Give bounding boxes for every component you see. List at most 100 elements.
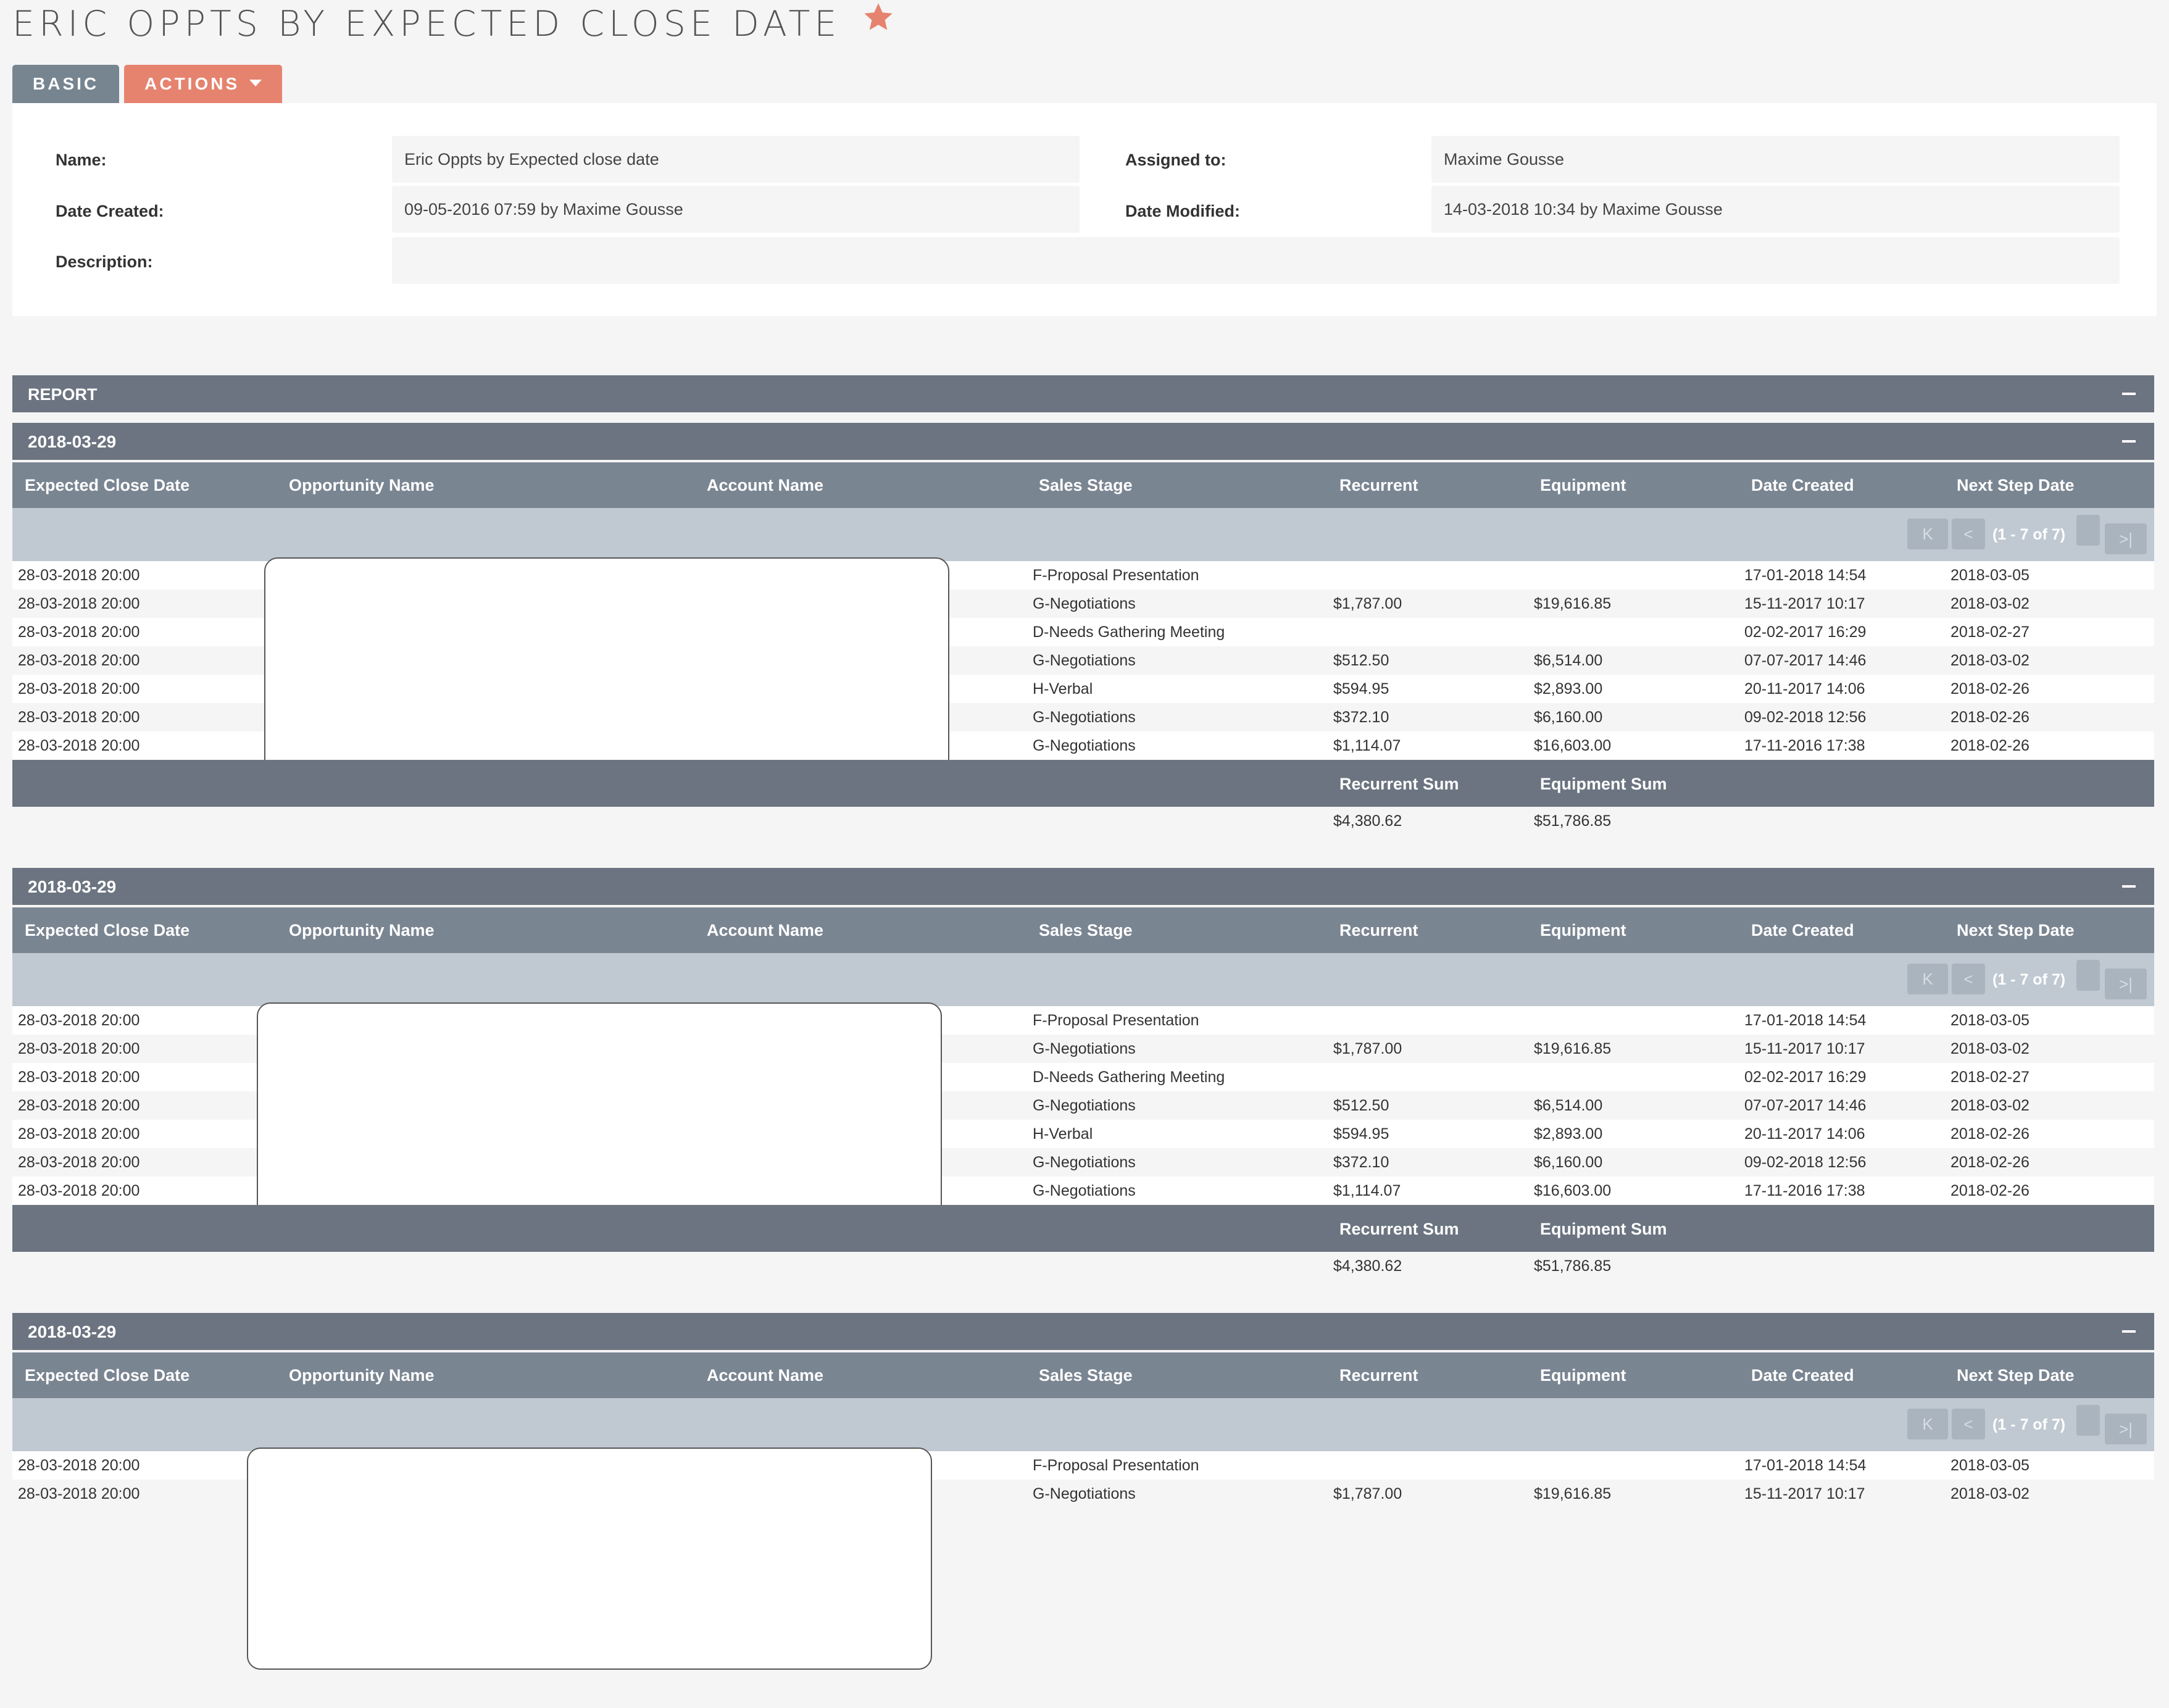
cell-next: 2018-03-05 — [1950, 1457, 2030, 1474]
column-header[interactable]: Recurrent — [1339, 921, 1418, 940]
cell-close: 28-03-2018 20:00 — [18, 567, 140, 584]
first-page-button[interactable]: K — [1907, 519, 1948, 549]
cell-created: 17-01-2018 14:54 — [1744, 567, 1867, 584]
column-header[interactable]: Equipment — [1540, 1366, 1626, 1385]
group-title: 2018-03-29 — [28, 1322, 117, 1341]
cell-equipment: $19,616.85 — [1534, 595, 1612, 612]
next-page-button[interactable] — [2076, 515, 2100, 546]
group-title-bar[interactable]: 2018-03-29 — [12, 868, 2154, 905]
collapse-minus-icon[interactable] — [2122, 440, 2136, 443]
table-header: Expected Close Date Opportunity Name Accou… — [12, 1352, 2154, 1398]
column-header[interactable]: Equipment — [1540, 921, 1626, 940]
column-header[interactable]: Opportunity Name — [289, 921, 435, 940]
first-page-button[interactable]: K — [1907, 1409, 1948, 1439]
cell-close: 28-03-2018 20:00 — [18, 1485, 140, 1502]
collapse-minus-icon[interactable] — [2122, 885, 2136, 888]
column-header[interactable]: Account Name — [707, 476, 823, 495]
favorite-star-icon[interactable] — [862, 1, 894, 42]
report-header[interactable]: REPORT — [12, 375, 2154, 412]
previous-page-icon: < — [1963, 970, 1973, 988]
next-page-button[interactable] — [2076, 960, 2100, 991]
column-header[interactable]: Date Created — [1751, 1366, 1854, 1385]
column-header[interactable]: Opportunity Name — [289, 476, 435, 495]
cell-close: 28-03-2018 20:00 — [18, 595, 140, 612]
next-page-button[interactable] — [2076, 1405, 2100, 1436]
table-header: Expected Close Date Opportunity Name Accou… — [12, 907, 2154, 953]
column-header[interactable]: Opportunity Name — [289, 1366, 435, 1385]
cell-close: 28-03-2018 20:00 — [18, 1069, 140, 1086]
column-header[interactable]: Recurrent — [1339, 1366, 1418, 1385]
redacted-region — [264, 557, 949, 780]
previous-page-button[interactable]: < — [1952, 519, 1985, 549]
column-header[interactable]: Next Step Date — [1957, 476, 2075, 495]
column-header[interactable]: Expected Close Date — [25, 476, 189, 495]
cell-equipment: $6,514.00 — [1534, 1097, 1603, 1114]
cell-next: 2018-02-26 — [1950, 1182, 2030, 1199]
column-header[interactable]: Sales Stage — [1039, 921, 1133, 940]
cell-recurrent: $1,787.00 — [1333, 1485, 1402, 1502]
column-header[interactable]: Expected Close Date — [25, 1366, 189, 1385]
column-header[interactable]: Sales Stage — [1039, 476, 1133, 495]
collapse-minus-icon[interactable] — [2122, 1330, 2136, 1333]
cell-created: 17-01-2018 14:54 — [1744, 1457, 1867, 1474]
cell-next: 2018-02-26 — [1950, 1154, 2030, 1171]
last-page-button[interactable]: >| — [2105, 969, 2147, 999]
column-header[interactable]: Date Created — [1751, 476, 1854, 495]
column-header[interactable]: Next Step Date — [1957, 921, 2075, 940]
tab-basic[interactable]: BASIC — [12, 65, 120, 103]
table-header: Expected Close Date Opportunity Name Accou… — [12, 462, 2154, 508]
sum-row: $4,380.62 $51,786.85 — [12, 807, 2154, 835]
column-header[interactable]: Sales Stage — [1039, 1366, 1133, 1385]
redacted-region — [257, 1002, 942, 1225]
column-header[interactable]: Expected Close Date — [25, 921, 189, 940]
tab-basic-label: BASIC — [33, 74, 99, 93]
cell-equipment: $2,893.00 — [1534, 1125, 1603, 1143]
cell-recurrent: $1,114.07 — [1333, 737, 1401, 754]
cell-equipment: $2,893.00 — [1534, 680, 1603, 698]
column-header[interactable]: Recurrent — [1339, 476, 1418, 495]
cell-equipment: $16,603.00 — [1534, 1182, 1612, 1199]
description-value — [392, 237, 2120, 284]
cell-stage: H-Verbal — [1033, 680, 1093, 698]
cell-stage: G-Negotiations — [1033, 1097, 1136, 1114]
cell-equipment: $6,160.00 — [1534, 1154, 1603, 1171]
tab-actions[interactable]: ACTIONS — [124, 65, 283, 103]
column-header[interactable]: Account Name — [707, 1366, 823, 1385]
cell-recurrent: $512.50 — [1333, 652, 1389, 669]
pagination-bar: K < (1 - 7 of 7) >| — [12, 1398, 2154, 1451]
pagination-range: (1 - 7 of 7) — [1992, 526, 2066, 543]
group-title-bar[interactable]: 2018-03-29 — [12, 1313, 2154, 1350]
last-page-button[interactable]: >| — [2105, 1414, 2147, 1444]
column-header[interactable]: Account Name — [707, 921, 823, 940]
recurrent-sum-value: $4,380.62 — [1333, 812, 1402, 830]
cell-stage: G-Negotiations — [1033, 1485, 1136, 1502]
cell-close: 28-03-2018 20:00 — [18, 680, 140, 698]
cell-stage: G-Negotiations — [1033, 1154, 1136, 1171]
sum-header: Recurrent Sum Equipment Sum — [12, 1205, 2154, 1252]
detail-panel: Name: Eric Oppts by Expected close date … — [12, 103, 2157, 316]
report-group: 2018-03-29 Expected Close Date Opportunity… — [12, 1313, 2154, 1708]
report-label: REPORT — [28, 385, 98, 404]
last-page-icon: >| — [2119, 1420, 2133, 1438]
cell-next: 2018-02-26 — [1950, 709, 2030, 726]
sum-row: $4,380.62 $51,786.85 — [12, 1252, 2154, 1280]
pagination-range: (1 - 7 of 7) — [1992, 1416, 2066, 1433]
column-header[interactable]: Date Created — [1751, 921, 1854, 940]
previous-page-button[interactable]: < — [1952, 1409, 1985, 1439]
cell-recurrent: $1,114.07 — [1333, 1182, 1401, 1199]
assigned-to-value: Maxime Gousse — [1431, 136, 2120, 183]
cell-equipment: $16,603.00 — [1534, 737, 1612, 754]
cell-close: 28-03-2018 20:00 — [18, 1012, 140, 1029]
cell-stage: G-Negotiations — [1033, 737, 1136, 754]
report-group: 2018-03-29 Expected Close Date Opportunity… — [12, 423, 2154, 835]
cell-created: 07-07-2017 14:46 — [1744, 1097, 1867, 1114]
collapse-minus-icon[interactable] — [2122, 393, 2136, 395]
column-header[interactable]: Equipment — [1540, 476, 1626, 495]
last-page-button[interactable]: >| — [2105, 523, 2147, 554]
group-title-bar[interactable]: 2018-03-29 — [12, 423, 2154, 460]
first-page-button[interactable]: K — [1907, 964, 1948, 994]
cell-next: 2018-03-02 — [1950, 1097, 2030, 1114]
previous-page-button[interactable]: < — [1952, 964, 1985, 994]
column-header[interactable]: Next Step Date — [1957, 1366, 2075, 1385]
cell-close: 28-03-2018 20:00 — [18, 1182, 140, 1199]
